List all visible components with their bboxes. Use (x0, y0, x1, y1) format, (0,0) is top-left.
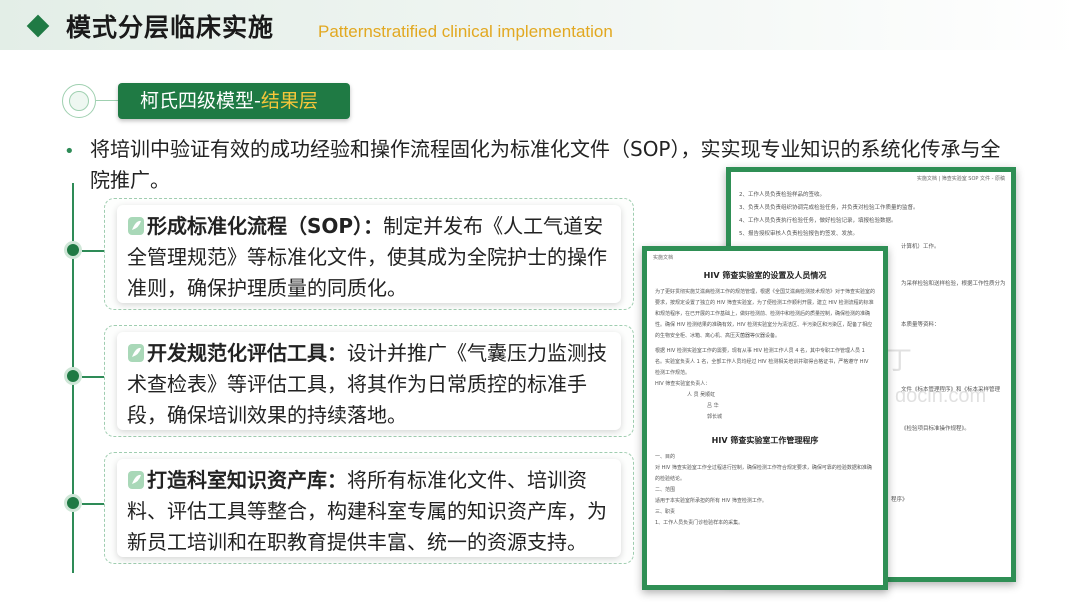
doc-line: 3、负责人员负责组织协调完成检验任务，并负责对检验工作质量的监督。 (739, 205, 919, 211)
doc-header: 实施文档 (653, 255, 674, 261)
bullet-icon: • (64, 141, 75, 162)
doc-section-item: 对 HIV 筛查实验室工作全过程进行控制，确保检测工作符合规定要求，确保可靠的检… (655, 465, 872, 482)
section-tag: 柯氏四级模型-结果层 (118, 83, 350, 119)
card-content: 形成标准化流程（SOP）：制定并发布《人工气道安全管理规范》等标准化文件，使其成… (117, 205, 621, 303)
section-tag-highlight: 结果层 (260, 90, 318, 112)
diamond-icon (26, 14, 50, 38)
leaf-icon (128, 471, 144, 489)
doc-section-item: 适用于本实验室所承担的所有 HIV 筛查检测工作。 (655, 498, 767, 504)
doc-paragraph: 为了更好贯彻实施艾滋病检测工作的规范管理，根据《全国艾滋病检测技术规范》对于筛查… (655, 289, 876, 339)
doc-line: 5、报告授权审核人负责检验报告的签发、发放。 (739, 231, 859, 237)
watermark-url: docin.com (895, 385, 987, 407)
card-content: 打造科室知识资产库：将所有标准化文件、培训资料、评估工具等整合，构建科室专属的知… (117, 459, 621, 557)
page-subtitle: Patternstratified clinical implementatio… (318, 22, 613, 41)
card-sop: 形成标准化流程（SOP）：制定并发布《人工气道安全管理规范》等标准化文件，使其成… (104, 198, 634, 310)
card-title: 形成标准化流程（SOP）： (147, 214, 384, 238)
card-title: 开发规范化评估工具： (147, 341, 347, 365)
card-knowledge-base: 打造科室知识资产库：将所有标准化文件、培训资料、评估工具等整合，构建科室专属的知… (104, 452, 634, 564)
leaf-icon (128, 344, 144, 362)
header-bar: 模式分层临床实施 Patternstratified clinical impl… (0, 0, 1080, 50)
doc-section-item: 一、目的 (655, 454, 676, 460)
timeline-node (64, 494, 82, 512)
card-title: 打造科室知识资产库： (147, 468, 347, 492)
doc-title: HIV 筛查实验室工作管理程序 (711, 436, 819, 445)
document-hiv-lab: 实施文档 HIV 筛查实验室的设置及人员情况 为了更好贯彻实施艾滋病检测工作的规… (642, 246, 888, 590)
target-ring-inner (69, 91, 89, 111)
card-content: 开发规范化评估工具：设计并推广《气囊压力监测技术查检表》等评估工具，将其作为日常… (117, 332, 621, 430)
doc-title: HIV 筛查实验室的设置及人员情况 (703, 271, 827, 280)
doc-signature: HIV 筛查实验室负责人： (655, 381, 711, 387)
doc-line: 2、工作人员负责检验样品的签收。 (739, 192, 826, 198)
doc-header: 实施文档 | 筛查实验室 SOP 文件 - 原稿 (916, 176, 1005, 182)
doc-section-item: 二、范围 (655, 487, 676, 493)
section-tag-label: 柯氏四级模型- (140, 90, 261, 112)
doc-signature: 吕 华 (707, 403, 719, 409)
doc-signature: 郭长城 (707, 414, 723, 420)
doc-paragraph: 根据 HIV 检测实验室工作的需要，现有从事 HIV 检测工作人员 4 名，其中… (655, 348, 869, 376)
doc-section-item: 1、工作人员负责门诊检验样本的采集。 (655, 520, 744, 526)
doc-signature: 人 员 吴顺虹 (687, 392, 716, 398)
card-assessment-tool: 开发规范化评估工具：设计并推广《气囊压力监测技术查检表》等评估工具，将其作为日常… (104, 325, 634, 437)
leaf-icon (128, 217, 144, 235)
doc-section-item: 三、职责 (655, 509, 676, 515)
page-title: 模式分层临床实施 (66, 13, 275, 42)
doc-line: 4、工作人员负责执行检验任务，做好检验记录，填报检验数据。 (739, 218, 897, 224)
tag-connector (96, 100, 118, 101)
timeline-node (64, 241, 82, 259)
timeline-node (64, 367, 82, 385)
